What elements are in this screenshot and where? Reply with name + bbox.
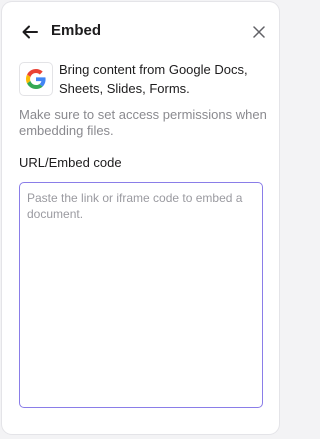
url-field-label: URL/Embed code [19, 155, 122, 170]
close-button[interactable] [247, 20, 271, 44]
panel-header: Embed [2, 16, 279, 48]
permissions-note: Make sure to set access permissions when… [19, 107, 267, 138]
google-g-icon [26, 69, 46, 89]
panel-title: Embed [51, 22, 102, 39]
url-embed-input[interactable] [19, 182, 263, 408]
back-button[interactable] [18, 20, 42, 44]
close-icon [253, 26, 265, 38]
embed-panel: Embed Bring content from Google Docs, Sh… [2, 2, 279, 434]
arrow-left-icon [22, 25, 38, 39]
provider-description: Bring content from Google Docs, Sheets, … [59, 62, 248, 96]
google-logo-tile [19, 62, 53, 96]
